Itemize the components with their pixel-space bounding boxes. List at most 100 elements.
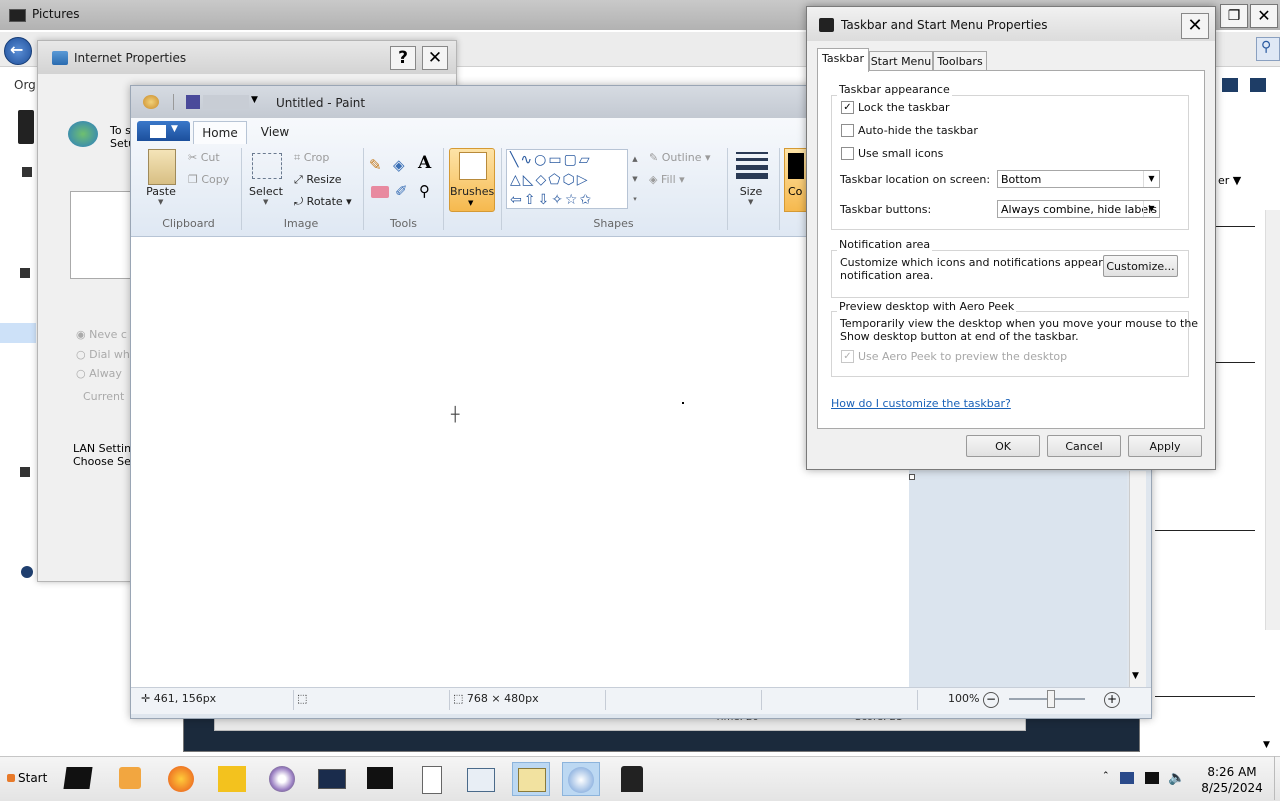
cancel-button[interactable]: Cancel: [1047, 435, 1121, 457]
start-button[interactable]: Start: [2, 765, 50, 791]
qat-blurred-icons[interactable]: [203, 95, 249, 109]
zoom-out-button[interactable]: −: [983, 692, 999, 708]
help-link[interactable]: How do I customize the taskbar?: [831, 397, 1011, 410]
taskbar-app-internet-options[interactable]: [512, 762, 550, 796]
clock[interactable]: 8:26 AM 8/25/2024: [1192, 764, 1272, 796]
tab-start-menu[interactable]: Start Menu: [869, 51, 933, 71]
taskbar-app-terminal[interactable]: [60, 762, 98, 796]
shapes-row: ╲∿○▭▢▱: [510, 152, 592, 168]
start-orb-icon: [7, 774, 15, 782]
show-hidden-icons-button[interactable]: ⌃: [1102, 771, 1110, 781]
shapes-scroll[interactable]: ▲ ▼ ▾: [630, 149, 640, 209]
location-select[interactable]: Bottom ▼: [997, 170, 1160, 188]
tab-view[interactable]: View: [249, 121, 301, 143]
zoom-slider-thumb[interactable]: [1047, 690, 1055, 708]
aero-peek-checkbox: ✓: [841, 350, 854, 363]
taskbar-app-taskbar-settings[interactable]: [613, 762, 651, 796]
buttons-select[interactable]: Always combine, hide labels ▼: [997, 200, 1160, 218]
paint-file-menu[interactable]: ▼: [137, 121, 190, 141]
group-separator: [727, 148, 728, 230]
qat-dropdown-icon[interactable]: ▼: [251, 95, 258, 105]
help-button[interactable]: ?: [390, 46, 416, 70]
paste-button[interactable]: Paste: [143, 185, 179, 198]
paint-app-icon[interactable]: [143, 95, 159, 109]
save-icon[interactable]: [186, 95, 200, 109]
select-dropdown-icon[interactable]: ▼: [263, 198, 268, 206]
color-picker-tool[interactable]: ✐: [395, 182, 415, 202]
aero-peek-group-title: Preview desktop with Aero Peek: [837, 300, 1017, 313]
display-tray-icon[interactable]: [1145, 772, 1159, 784]
eraser-tool[interactable]: [371, 186, 389, 198]
cards-icon: [422, 766, 442, 794]
radio-always: ○ Alway: [76, 367, 122, 380]
taskbar-app-display[interactable]: [313, 762, 351, 796]
canvas-resize-handle[interactable]: [909, 474, 915, 480]
network-tray-icon[interactable]: [1120, 772, 1134, 784]
scroll-down-arrow[interactable]: ▼: [1263, 740, 1270, 750]
outline-button[interactable]: ✎ Outline ▾: [649, 151, 711, 164]
pencil-tool[interactable]: ✎: [369, 156, 389, 176]
dialog-close-button[interactable]: ✕: [1181, 13, 1209, 39]
paint-vertical-scrollbar[interactable]: [1129, 471, 1146, 687]
window-icon: [467, 768, 495, 792]
taskbar-app-notepad[interactable]: [362, 762, 400, 796]
cut-button[interactable]: ✂ Cut: [188, 151, 220, 164]
magnifier-tool[interactable]: ⚲: [419, 182, 439, 202]
location-label: Taskbar location on screen:: [840, 173, 991, 186]
volume-icon[interactable]: 🔈: [1168, 770, 1185, 786]
status-divider: [761, 690, 762, 710]
shapes-gallery[interactable]: ╲∿○▭▢▱ △◺◇⬠⬡▷ ⇦⇧⇩✧☆✩: [506, 149, 628, 209]
apply-button[interactable]: Apply: [1128, 435, 1202, 457]
search-button[interactable]: ⚲: [1256, 37, 1280, 61]
appearance-group-title: Taskbar appearance: [837, 83, 952, 96]
sort-dropdown[interactable]: er ▼: [1218, 174, 1241, 187]
tab-toolbars[interactable]: Toolbars: [933, 51, 987, 71]
taskbar-app-explorer[interactable]: [462, 762, 500, 796]
size-dropdown-icon[interactable]: ▼: [748, 198, 753, 206]
show-desktop-button[interactable]: [1274, 756, 1280, 800]
organize-menu[interactable]: Org: [14, 78, 36, 92]
view-icon[interactable]: [1222, 78, 1238, 92]
customize-button[interactable]: Customize...: [1103, 255, 1178, 277]
nav-selected-item[interactable]: [0, 323, 36, 343]
color1-button[interactable]: Co: [784, 148, 808, 212]
lock-taskbar-checkbox[interactable]: ✓: [841, 101, 854, 114]
tab-home[interactable]: Home: [193, 121, 247, 144]
taskbar-app-dvd[interactable]: [264, 762, 302, 796]
small-icons-checkbox[interactable]: [841, 147, 854, 160]
crop-button[interactable]: ⌗ Crop: [294, 151, 329, 165]
rotate-button[interactable]: ⤾ Rotate ▾: [294, 195, 352, 209]
explorer-close-button[interactable]: ✕: [1250, 4, 1278, 28]
canvas-size-icon: ⬚: [453, 692, 464, 705]
taskbar-properties-dialog: Taskbar and Start Menu Properties ✕ Task…: [806, 6, 1216, 470]
back-button[interactable]: ←: [4, 37, 32, 65]
preview-pane-icon[interactable]: [1250, 78, 1266, 92]
tab-taskbar[interactable]: Taskbar: [817, 48, 869, 72]
paint-canvas[interactable]: ┼: [131, 237, 909, 687]
text-tool[interactable]: A: [418, 153, 438, 173]
resize-button[interactable]: ⤢ Resize: [294, 173, 342, 187]
ok-button[interactable]: OK: [966, 435, 1040, 457]
inet-close-button[interactable]: ✕: [422, 46, 448, 70]
group-separator: [363, 148, 364, 230]
size-button[interactable]: Size: [731, 185, 771, 198]
brushes-button[interactable]: Brushes ▼: [449, 148, 495, 212]
nav-icon: [22, 167, 32, 177]
aero-peek-label: Use Aero Peek to preview the desktop: [858, 350, 1068, 363]
paint-scroll-down[interactable]: ▼: [1132, 671, 1139, 681]
taskbar-app-puzzle[interactable]: [213, 762, 251, 796]
taskbar-app-firefox[interactable]: [163, 762, 201, 796]
fill-button[interactable]: ◈ Fill ▾: [649, 173, 685, 186]
taskbar-app-media[interactable]: [112, 762, 150, 796]
zoom-in-button[interactable]: +: [1104, 692, 1120, 708]
fill-tool[interactable]: ◈: [393, 156, 413, 176]
copy-button[interactable]: ❐ Copy: [188, 173, 229, 186]
explorer-scrollbar[interactable]: [1265, 210, 1280, 630]
selection-size-icon: ⬚: [297, 692, 308, 705]
restore-button[interactable]: ❐: [1220, 4, 1248, 28]
select-button[interactable]: Select: [246, 185, 286, 198]
taskbar-app-cards[interactable]: [413, 762, 451, 796]
autohide-checkbox[interactable]: [841, 124, 854, 137]
taskbar-app-paint[interactable]: [562, 762, 600, 796]
paste-dropdown-icon[interactable]: ▼: [158, 198, 163, 206]
